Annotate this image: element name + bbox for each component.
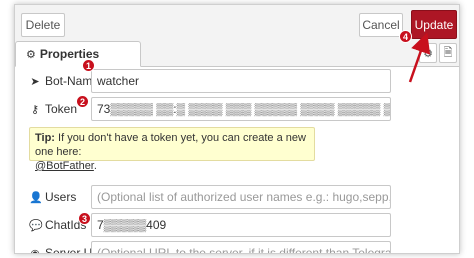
- annotation-marker-4: 4: [399, 30, 412, 43]
- gear-icon: ⚙: [423, 47, 433, 60]
- dialog-toolbar: Delete Cancel Update: [15, 5, 459, 41]
- botname-label: ➤ Bot-Name: [30, 74, 100, 88]
- row-sendurl: ◉ Server URL (Optional URL to the server…: [15, 241, 459, 254]
- annotation-marker-2: 2: [76, 95, 89, 108]
- tip-text: If you don't have a token yet, you can c…: [35, 132, 306, 158]
- document-icon: 🗎: [443, 46, 453, 59]
- tab-properties[interactable]: ⚙ Properties: [15, 41, 141, 67]
- users-input[interactable]: (Optional list of authorized user names …: [91, 185, 391, 209]
- comment-icon: 💬: [29, 219, 43, 232]
- update-button[interactable]: Update: [411, 10, 457, 39]
- globe-icon: ◉: [30, 247, 40, 254]
- annotation-marker-1: 1: [82, 59, 95, 72]
- token-input[interactable]: 73▒▒▒▒▒ ▒▒:▒ ▒▒▒▒ ▒▒▒ ▒▒▒▒▒ ▒▒▒▒ ▒▒▒▒▒ ▒…: [91, 97, 391, 121]
- tip-end: .: [93, 160, 97, 172]
- botfather-link[interactable]: @BotFather: [35, 160, 94, 172]
- user-icon: 👤: [29, 191, 43, 204]
- gear-icon: ⚙: [26, 48, 36, 61]
- settings-tab-button[interactable]: ⚙: [419, 43, 437, 63]
- token-label: ⚷ Token: [30, 102, 78, 116]
- row-users: 👤 Users (Optional list of authorized use…: [15, 185, 459, 209]
- sendurl-input[interactable]: (Optional URL to the server, if it is di…: [91, 241, 391, 253]
- tip-bold: Tip:: [35, 132, 55, 144]
- key-icon: ⚷: [30, 103, 40, 116]
- chatids-input[interactable]: 7▒▒▒▒▒409: [91, 213, 391, 237]
- botname-input[interactable]: watcher: [91, 69, 391, 93]
- row-botname: ➤ Bot-Name watcher: [15, 69, 459, 93]
- token-tip: Tip: If you don't have a token yet, you …: [29, 127, 315, 172]
- telegram-icon: ➤: [30, 75, 40, 88]
- delete-button[interactable]: Delete: [21, 13, 65, 37]
- cancel-button[interactable]: Cancel: [359, 13, 403, 37]
- description-tab-button[interactable]: 🗎: [439, 43, 457, 63]
- users-label: 👤 Users: [29, 190, 77, 204]
- annotation-marker-3: 3: [78, 212, 91, 225]
